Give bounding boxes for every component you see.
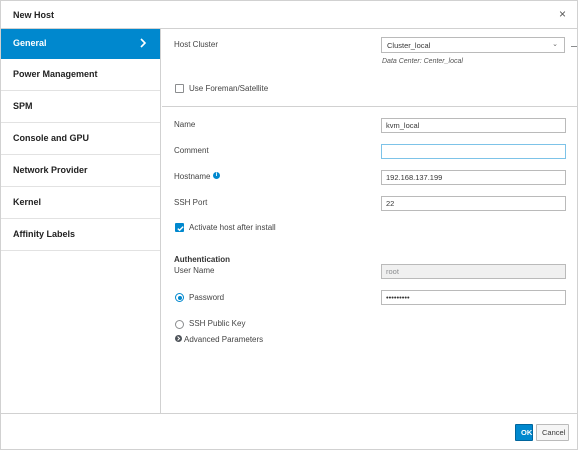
dialog-title: New Host — [13, 10, 55, 20]
ssh-port-field[interactable]: 22 — [381, 196, 566, 211]
sidebar-item-label: Power Management — [13, 69, 98, 79]
sidebar-item-spm[interactable]: SPM — [1, 91, 160, 123]
authentication-heading: Authentication — [174, 255, 230, 264]
name-field[interactable]: kvm_local — [381, 118, 566, 133]
hostname-field[interactable]: 192.168.137.199 — [381, 170, 566, 185]
section-divider — [162, 106, 577, 107]
sidebar-item-power-management[interactable]: Power Management — [1, 59, 160, 91]
info-icon[interactable]: i — [213, 172, 220, 179]
data-center-text: Data Center: Center_local — [382, 58, 463, 65]
name-label: Name — [174, 120, 196, 129]
user-name-label: User Name — [174, 266, 215, 275]
sidebar-item-label: SPM — [13, 101, 33, 111]
sidebar-item-label: Affinity Labels — [13, 229, 76, 239]
password-radio[interactable] — [175, 293, 184, 302]
host-cluster-select[interactable]: Cluster_local ⌄ — [381, 37, 565, 53]
chevron-right-icon — [138, 36, 148, 50]
activate-host-label: Activate host after install — [189, 223, 276, 232]
scroll-indicator — [571, 46, 577, 47]
ssh-port-label: SSH Port — [174, 198, 208, 207]
password-field[interactable]: ••••••••• — [381, 290, 566, 305]
use-foreman-checkbox[interactable] — [175, 84, 184, 93]
checkmark-icon — [177, 226, 184, 232]
sidebar-item-label: Network Provider — [13, 165, 88, 175]
host-cluster-value: Cluster_local — [387, 41, 431, 50]
sidebar-item-general[interactable]: General — [1, 29, 160, 59]
hostname-label: Hostname — [174, 172, 211, 181]
password-label: Password — [189, 293, 225, 302]
sidebar-item-label: General — [13, 38, 47, 48]
user-name-field: root — [381, 264, 566, 279]
dialog-footer: OK Cancel — [1, 413, 577, 449]
sidebar-item-label: Kernel — [13, 197, 42, 207]
expand-arrow-icon[interactable] — [175, 335, 182, 342]
advanced-parameters-toggle[interactable]: Advanced Parameters — [184, 335, 263, 344]
cancel-button[interactable]: Cancel — [536, 424, 569, 441]
chevron-down-icon: ⌄ — [552, 41, 558, 48]
new-host-dialog: New Host × General Power Management SPM … — [0, 0, 578, 450]
sidebar-item-affinity-labels[interactable]: Affinity Labels — [1, 219, 160, 251]
ok-button[interactable]: OK — [515, 424, 533, 441]
activate-host-checkbox[interactable] — [175, 223, 184, 232]
sidebar-item-network-provider[interactable]: Network Provider — [1, 155, 160, 187]
host-cluster-label: Host Cluster — [174, 40, 219, 49]
close-icon[interactable]: × — [559, 7, 566, 21]
sidebar: General Power Management SPM Console and… — [1, 29, 161, 413]
ssh-public-key-radio[interactable] — [175, 320, 184, 329]
use-foreman-label: Use Foreman/Satellite — [189, 84, 269, 93]
sidebar-item-console-and-gpu[interactable]: Console and GPU — [1, 123, 160, 155]
ssh-public-key-label: SSH Public Key — [189, 319, 246, 328]
comment-field[interactable] — [381, 144, 566, 159]
dialog-header: New Host × — [1, 1, 577, 29]
comment-label: Comment — [174, 146, 209, 155]
sidebar-item-kernel[interactable]: Kernel — [1, 187, 160, 219]
sidebar-item-label: Console and GPU — [13, 133, 90, 143]
